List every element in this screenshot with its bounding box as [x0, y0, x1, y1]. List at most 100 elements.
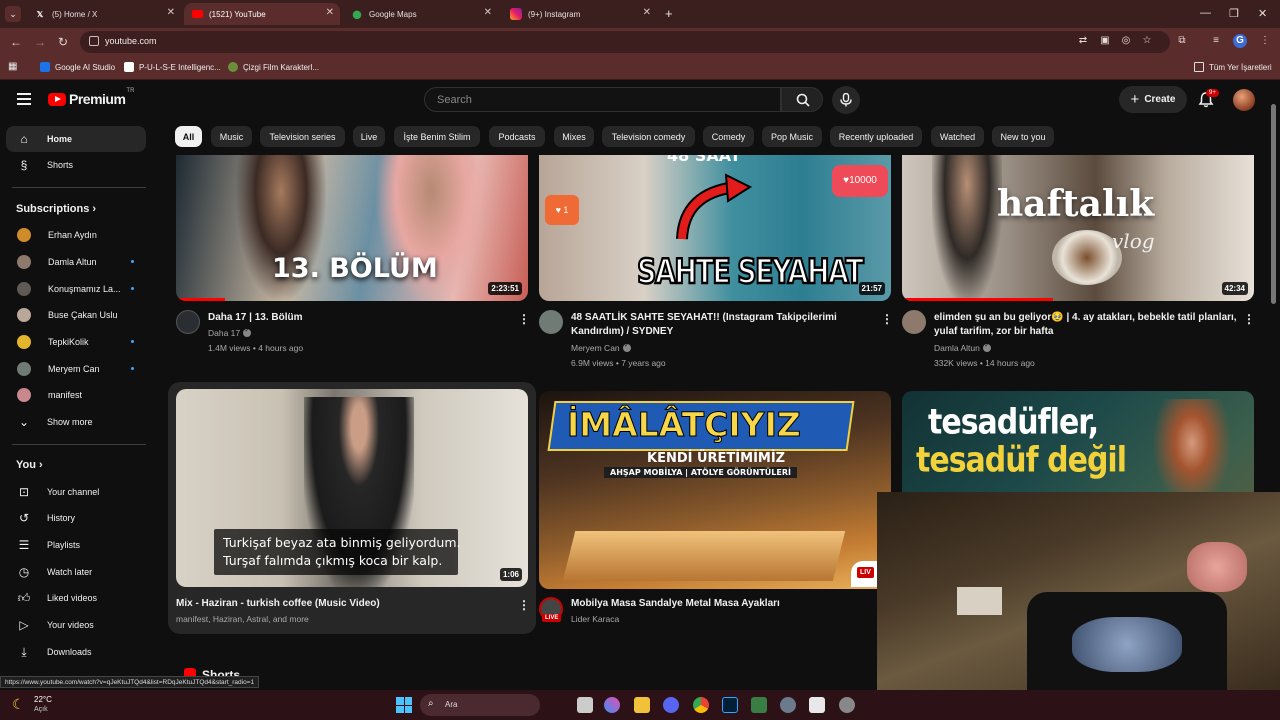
chip-podcasts[interactable]: Podcasts	[489, 126, 545, 147]
channel-avatar[interactable]	[176, 310, 200, 334]
url-text[interactable]: youtube.com	[105, 36, 157, 46]
chip-recently-uploaded[interactable]: Recently uploaded	[830, 126, 922, 147]
tab-youtube[interactable]: (1521) YouTube ✕	[184, 3, 340, 25]
minimize-icon[interactable]: —	[1200, 7, 1211, 19]
extensions-icon[interactable]: ⧉	[1175, 34, 1189, 48]
more-options-icon[interactable]: ⋮	[518, 598, 530, 612]
channel-name[interactable]: Damla Altun	[934, 342, 991, 353]
bookmark-star-icon[interactable]: ☆	[1140, 34, 1154, 48]
page-scrollbar[interactable]	[1271, 104, 1276, 304]
photoshop-icon[interactable]	[722, 697, 738, 713]
chip-television-comedy[interactable]: Television comedy	[602, 126, 695, 147]
sidebar-sub-erhan-aydin[interactable]: Erhan Aydın	[6, 222, 146, 248]
more-options-icon[interactable]: ⋮	[881, 312, 893, 326]
you-heading[interactable]: You ›	[16, 459, 43, 471]
more-options-icon[interactable]: ⋮	[1243, 312, 1255, 326]
sidebar-show-more[interactable]: ⌄ Show more	[6, 409, 146, 435]
close-icon[interactable]: ✕	[643, 7, 651, 18]
file-explorer-icon[interactable]	[634, 697, 650, 713]
copilot-icon[interactable]	[604, 697, 620, 713]
video-title[interactable]: elimden şu an bu geliyor🥹 | 4. ay atakla…	[934, 311, 1239, 339]
video-thumbnail[interactable]: haftalık vlog 42:34	[902, 155, 1254, 301]
apps-grid-icon[interactable]: ▦	[8, 61, 17, 72]
close-icon[interactable]: ✕	[326, 7, 334, 18]
chip-new-to-you[interactable]: New to you	[992, 126, 1054, 147]
sidebar-item-home[interactable]: ⌂ Home	[6, 126, 146, 152]
video-thumbnail[interactable]: İMÂLÂTÇIYIZ KENDİ ÜRETİMİMİZ AHŞAP MOBİL…	[539, 391, 891, 589]
chip-live[interactable]: Live	[353, 126, 385, 147]
task-view-icon[interactable]	[577, 697, 593, 713]
video-title[interactable]: Daha 17 | 13. Bölüm	[208, 311, 508, 325]
sidebar-sub-tepkikolik[interactable]: TepkiKolik	[6, 329, 146, 355]
search-button[interactable]	[781, 87, 823, 112]
video-thumbnail[interactable]: 13. BÖLÜM 2:23:51	[176, 155, 528, 301]
video-thumbnail[interactable]: Turkişaf beyaz ata binmiş geliyordum. Tu…	[176, 389, 528, 587]
sidebar-sub-manifest[interactable]: manifest	[6, 382, 146, 408]
reload-icon[interactable]: ↻	[58, 35, 68, 49]
omnibox[interactable]: youtube.com	[80, 31, 1170, 53]
bookmark-google-ai-studio[interactable]: Google AI Studio	[40, 62, 115, 72]
search-input[interactable]	[437, 94, 757, 106]
windows-start-icon[interactable]	[396, 697, 412, 713]
back-icon[interactable]: ←	[10, 35, 22, 49]
video-title[interactable]: Mobilya Masa Sandalye Metal Masa Ayaklar…	[571, 597, 871, 611]
sidebar-item-playlists[interactable]: ☰ Playlists	[6, 532, 146, 558]
discord-icon[interactable]	[663, 697, 679, 713]
sidebar-item-shorts[interactable]: § Shorts	[6, 152, 146, 178]
chip-iste-benim-stilim[interactable]: İşte Benim Stilim	[394, 126, 480, 147]
sidebar-sub-konusmamiz[interactable]: Konuşmamız La...	[6, 276, 146, 302]
forward-icon[interactable]: →	[34, 35, 46, 49]
more-options-icon[interactable]: ⋮	[518, 312, 530, 326]
app-icon[interactable]	[809, 697, 825, 713]
sidebar-sub-buse-cakan[interactable]: Buse Çakan Uslu	[6, 302, 146, 328]
bookmark-pulse[interactable]: P-U-L-S-E Intelligenc...	[124, 62, 221, 72]
menu-dots-icon[interactable]: ⋮	[1258, 34, 1272, 48]
close-icon[interactable]: ✕	[167, 7, 175, 18]
channel-name[interactable]: Daha 17	[208, 327, 252, 338]
close-icon[interactable]: ✕	[484, 7, 492, 18]
chip-television-series[interactable]: Television series	[260, 126, 345, 147]
restore-icon[interactable]: ❐	[1229, 7, 1239, 20]
tab-google-maps[interactable]: ⬤ Google Maps ✕	[343, 3, 498, 25]
sidebar-sub-damla-altun[interactable]: Damla Altun	[6, 249, 146, 275]
sidebar-item-liked-videos[interactable]: 👍︎ Liked videos	[6, 585, 146, 611]
translate-icon[interactable]: ⇄	[1076, 34, 1090, 48]
sidebar-item-downloads[interactable]: ⤓ Downloads	[6, 639, 146, 665]
chip-music[interactable]: Music	[211, 126, 252, 147]
tab-instagram[interactable]: (9+) Instagram ✕	[502, 3, 657, 25]
all-bookmarks-button[interactable]: Tüm Yer İşaretleri	[1194, 62, 1272, 72]
tab-x[interactable]: 𝕏 (5) Home / X ✕	[26, 3, 181, 25]
bookmark-cizgi-film[interactable]: Çizgi Film Karakterl...	[228, 62, 319, 72]
tab-search-button[interactable]: ⌄	[5, 6, 21, 22]
taskbar-search[interactable]: ⌕ Ara	[420, 694, 540, 716]
video-title[interactable]: 48 SAATLİK SAHTE SEYAHAT!! (Instagram Ta…	[571, 311, 871, 339]
sidebar-item-watch-later[interactable]: ◷ Watch later	[6, 559, 146, 585]
app-icon[interactable]	[751, 697, 767, 713]
channel-name[interactable]: Meryem Can	[571, 342, 631, 353]
sidebar-sub-meryem-can[interactable]: Meryem Can	[6, 356, 146, 382]
chip-mixes[interactable]: Mixes	[554, 126, 594, 147]
reading-list-icon[interactable]: ≡	[1209, 34, 1223, 48]
youtube-premium-logo[interactable]: Premium TR	[48, 88, 134, 107]
search-box[interactable]	[424, 87, 781, 112]
video-thumbnail[interactable]: 48 SAAT ♥ 1 ♥10000 SAHTE SEYAHAT 21:57	[539, 155, 891, 301]
app-icon[interactable]	[839, 697, 855, 713]
create-button[interactable]: + Create	[1119, 86, 1187, 113]
chip-all[interactable]: All	[175, 126, 202, 147]
channel-name[interactable]: Lider Karaca	[571, 614, 619, 624]
new-tab-button[interactable]: +	[665, 6, 673, 21]
chip-watched[interactable]: Watched	[931, 126, 984, 147]
voice-search-button[interactable]	[832, 86, 860, 114]
close-window-icon[interactable]: ✕	[1258, 7, 1267, 20]
sidebar-item-history[interactable]: ↺ History	[6, 505, 146, 531]
chrome-icon[interactable]	[693, 697, 709, 713]
settings-gear-icon[interactable]	[780, 697, 796, 713]
subscriptions-heading[interactable]: Subscriptions ›	[16, 203, 96, 215]
screenshot-icon[interactable]: ▣	[1098, 34, 1112, 48]
eye-off-icon[interactable]: ◎	[1119, 34, 1133, 48]
channel-avatar[interactable]	[902, 310, 926, 334]
menu-hamburger-icon[interactable]	[17, 93, 31, 105]
chip-comedy[interactable]: Comedy	[703, 126, 754, 147]
channel-avatar[interactable]	[539, 310, 563, 334]
chip-pop-music[interactable]: Pop Music	[762, 126, 822, 147]
